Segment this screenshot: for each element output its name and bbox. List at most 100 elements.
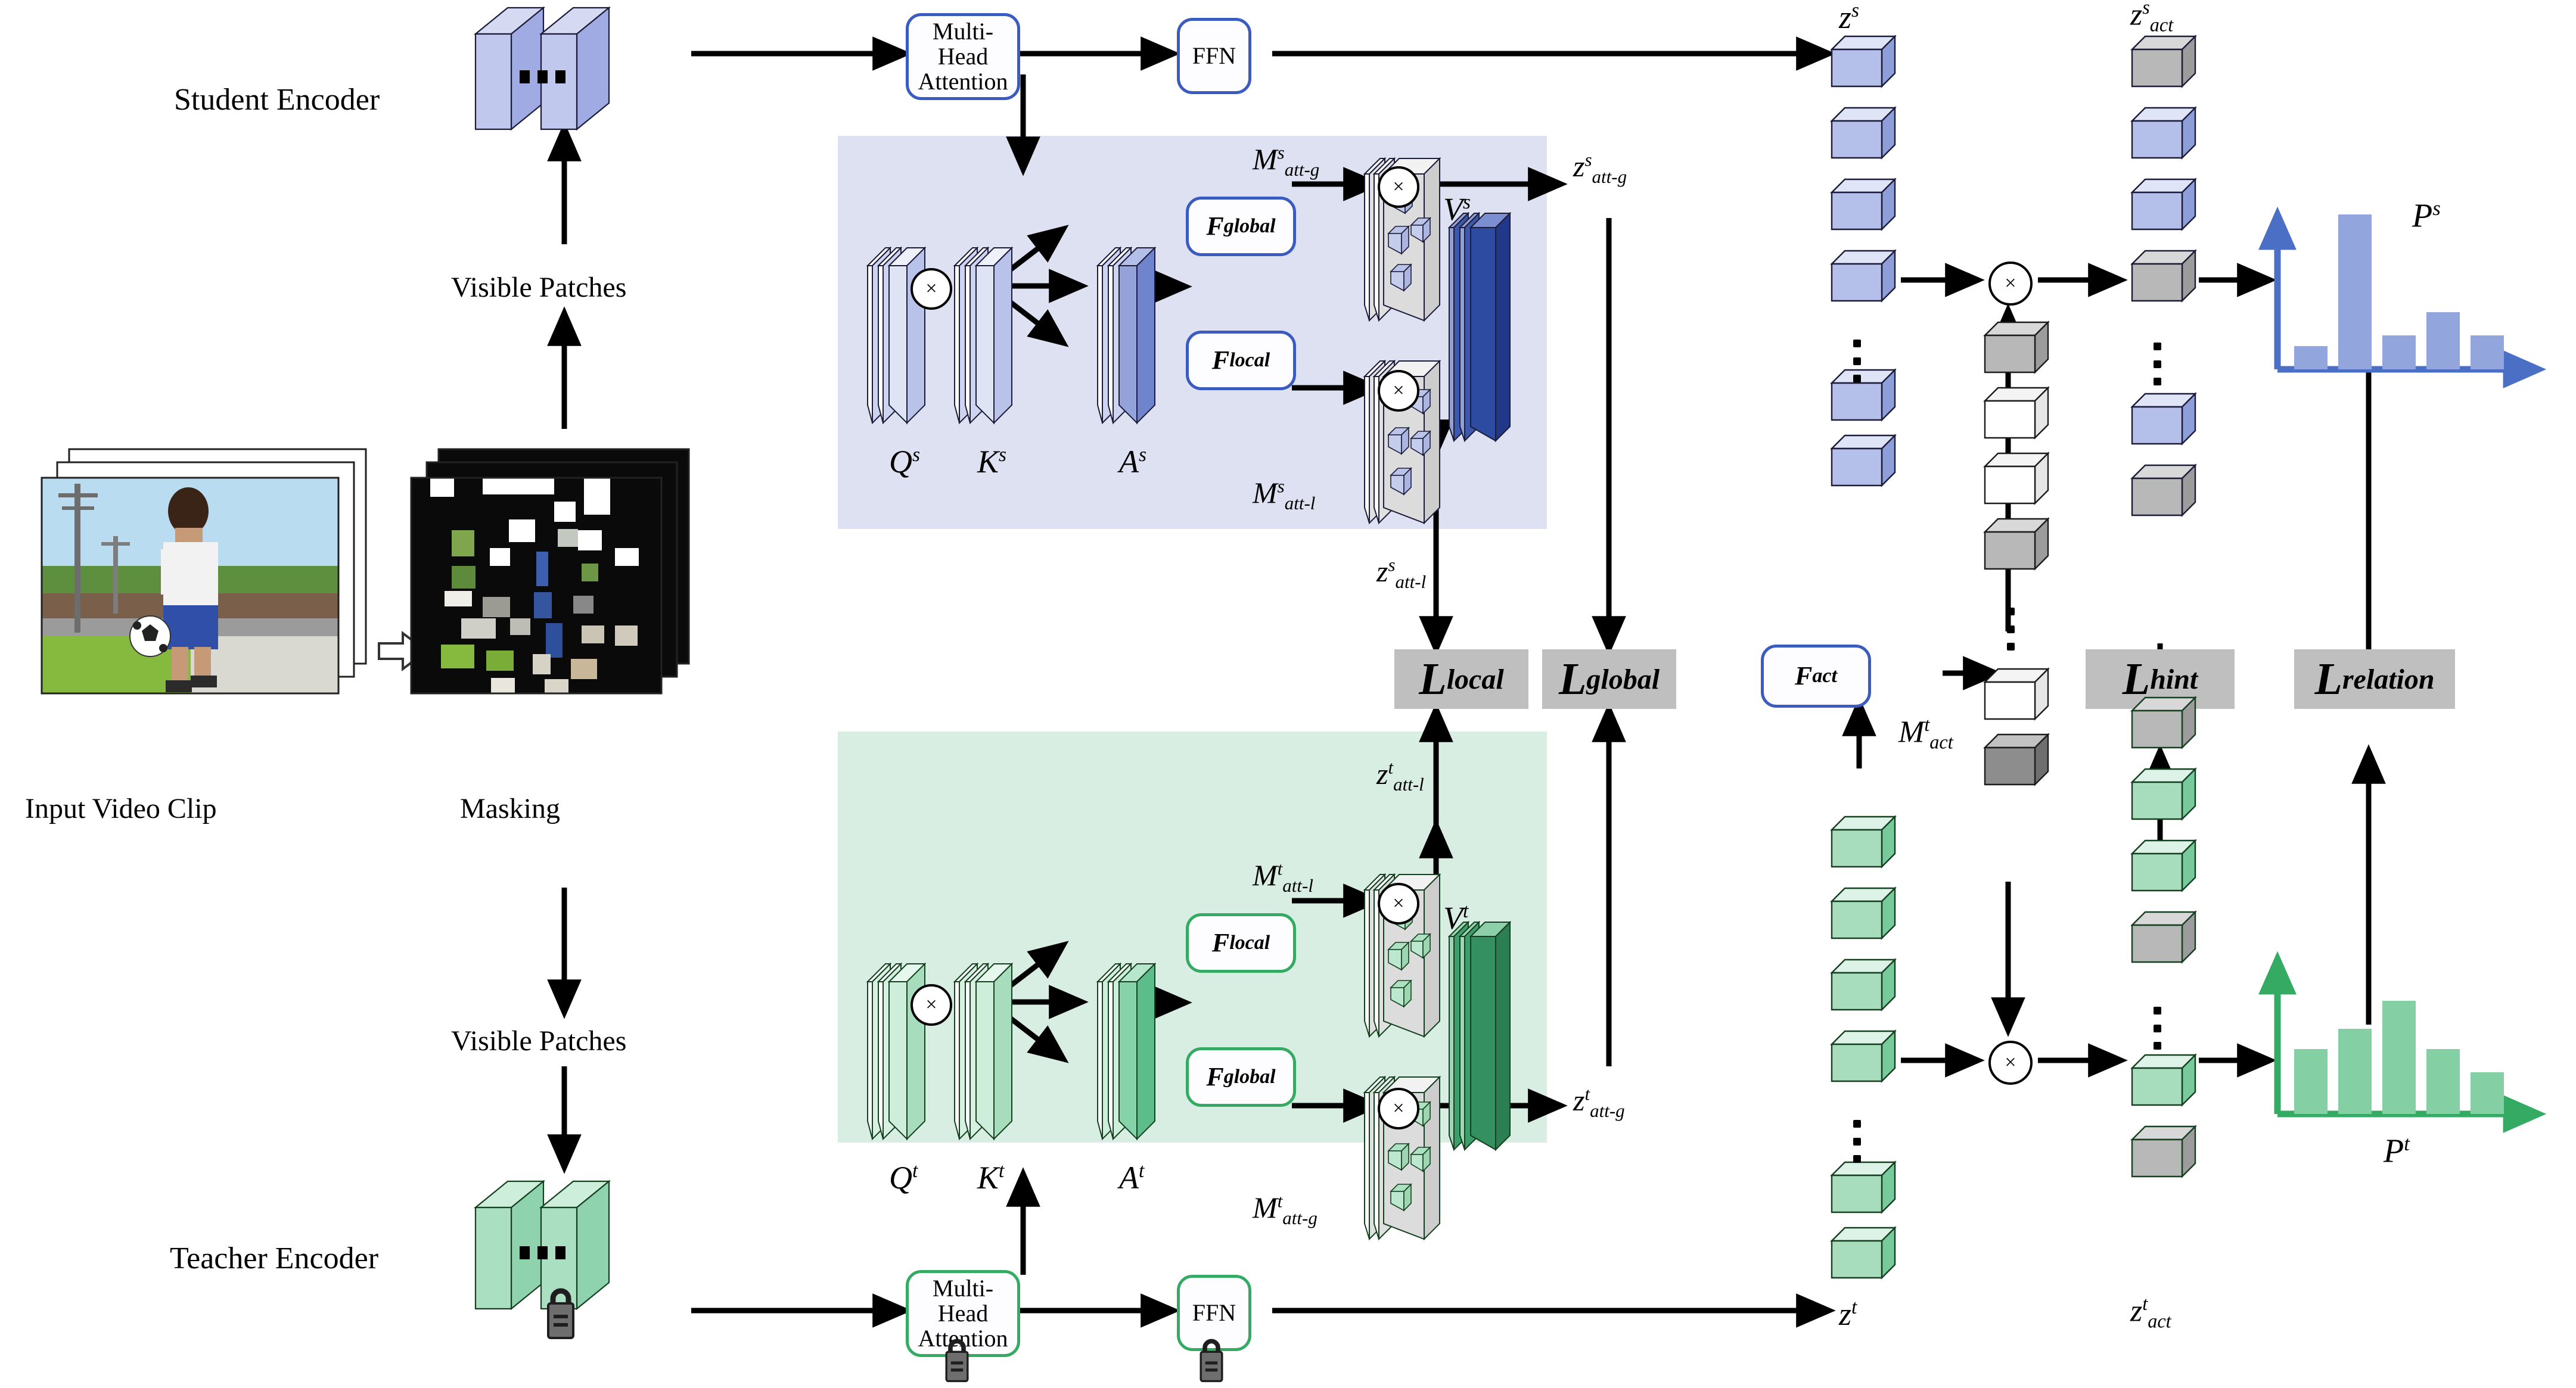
lock-icon bbox=[1200, 1339, 1223, 1383]
q-s-label: Qs bbox=[889, 444, 921, 480]
multiply-symbol: × bbox=[2005, 272, 2016, 294]
z-att-g-s-label: zsatt-g bbox=[1573, 149, 1627, 187]
p-t-label: Pt bbox=[2384, 1132, 2410, 1170]
qk-multiply-teacher: × bbox=[911, 984, 952, 1026]
chart-pt bbox=[2277, 959, 2540, 1114]
z-act-t-token-column bbox=[2128, 694, 2206, 1299]
multiply-symbol: × bbox=[925, 994, 937, 1016]
loss-global-box: Lglobal bbox=[1542, 649, 1676, 709]
z-act-s-ellipsis bbox=[2154, 343, 2161, 385]
mult-teacher-act: × bbox=[1988, 1041, 2033, 1085]
q-s-stack bbox=[866, 246, 927, 425]
f-local-teacher-box[interactable]: Flocal bbox=[1186, 913, 1296, 973]
v-s-label: Vs bbox=[1443, 191, 1471, 227]
v-t-stack bbox=[1447, 920, 1512, 1152]
z-t-token-column bbox=[1828, 813, 1906, 1287]
bar bbox=[2338, 214, 2372, 369]
f-local-student-sub: local bbox=[1229, 349, 1270, 372]
student-encoder-ellipsis bbox=[520, 70, 565, 83]
f-act-sub: act bbox=[1812, 665, 1837, 687]
a-s-stack bbox=[1096, 246, 1157, 425]
lock-icon bbox=[945, 1339, 969, 1383]
m-att-g-s-label: Msatt-g bbox=[1253, 142, 1320, 180]
multiply-symbol: × bbox=[1393, 892, 1404, 914]
z-s-label: zs bbox=[1839, 0, 1860, 35]
z-t-ellipsis bbox=[1853, 1120, 1861, 1163]
multiply-symbol: × bbox=[1393, 176, 1404, 198]
m-act-t-label: Mtact bbox=[1898, 714, 1953, 753]
loss-global-L: L bbox=[1558, 653, 1587, 704]
f-global-teacher-sub: global bbox=[1223, 1066, 1276, 1088]
q-t-stack bbox=[866, 962, 927, 1141]
masking-label: Masking bbox=[460, 793, 560, 824]
diagram-canvas: Multi-Head Attention FFN Multi-Head Atte… bbox=[0, 0, 2576, 1388]
v-s-stack bbox=[1447, 211, 1512, 443]
k-s-stack bbox=[953, 246, 1014, 425]
loss-local-box: Llocal bbox=[1394, 649, 1528, 709]
f-global-student-box[interactable]: Fglobal bbox=[1186, 197, 1296, 256]
visible-patches-top-label: Visible Patches bbox=[451, 272, 627, 303]
mha-student-box[interactable]: Multi-Head Attention bbox=[906, 13, 1020, 100]
input-video-clip bbox=[41, 448, 367, 695]
mha-student-line2: Attention bbox=[918, 68, 1008, 95]
input-video-clip-label: Input Video Clip bbox=[25, 793, 217, 824]
multiply-symbol: × bbox=[1393, 1097, 1404, 1119]
f-act-label: F bbox=[1795, 661, 1813, 690]
p-s-label: Ps bbox=[2412, 197, 2441, 235]
bar bbox=[2294, 1049, 2328, 1114]
bar bbox=[2294, 346, 2328, 369]
k-t-stack bbox=[953, 962, 1014, 1141]
bar bbox=[2426, 312, 2460, 369]
f-local-teacher-label: F bbox=[1211, 928, 1230, 957]
f-local-teacher-sub: local bbox=[1229, 932, 1270, 954]
f-local-student-box[interactable]: Flocal bbox=[1186, 331, 1296, 390]
bar bbox=[2382, 335, 2416, 369]
mult-teacher-local: × bbox=[1378, 883, 1419, 925]
m-act-token-column bbox=[1981, 319, 2059, 923]
z-act-t-ellipsis bbox=[2154, 1007, 2161, 1050]
mult-student-local: × bbox=[1378, 370, 1419, 412]
teacher-encoder-label: Teacher Encoder bbox=[170, 1241, 379, 1275]
z-att-l-s-label: zsatt-l bbox=[1376, 554, 1427, 592]
mha-student-line1: Multi-Head bbox=[932, 18, 994, 70]
multiply-symbol: × bbox=[925, 278, 937, 300]
f-global-student-label: F bbox=[1206, 211, 1224, 241]
a-t-stack bbox=[1096, 962, 1157, 1141]
k-t-label: Kt bbox=[977, 1160, 1005, 1196]
ffn-student-box[interactable]: FFN bbox=[1177, 18, 1251, 94]
k-s-label: Ks bbox=[977, 444, 1007, 480]
ffn-student-label: FFN bbox=[1192, 42, 1236, 69]
lock-icon bbox=[547, 1288, 574, 1339]
f-global-teacher-label: F bbox=[1206, 1062, 1224, 1091]
z-act-t-label: ztact bbox=[2130, 1293, 2171, 1332]
multiply-symbol: × bbox=[2005, 1051, 2016, 1073]
mult-student-global: × bbox=[1378, 166, 1419, 208]
a-t-label: At bbox=[1119, 1160, 1145, 1196]
chart-ps bbox=[2277, 214, 2540, 369]
q-t-label: Qt bbox=[889, 1160, 918, 1196]
loss-local-L: L bbox=[1419, 653, 1447, 704]
z-s-ellipsis bbox=[1853, 340, 1861, 382]
a-s-label: As bbox=[1119, 444, 1147, 480]
z-act-s-token-column bbox=[2128, 33, 2206, 667]
loss-hint-sub: hint bbox=[2150, 663, 2198, 695]
loss-local-sub: local bbox=[1446, 663, 1504, 695]
mha-teacher-line1: Multi-Head bbox=[932, 1275, 994, 1327]
bar bbox=[2471, 1072, 2504, 1114]
teacher-encoder-ellipsis bbox=[520, 1246, 565, 1259]
bar bbox=[2338, 1029, 2372, 1114]
student-encoder-slabs bbox=[473, 6, 611, 131]
bar bbox=[2382, 1001, 2416, 1114]
loss-global-sub: global bbox=[1586, 663, 1660, 695]
masking-frames bbox=[410, 448, 690, 695]
multiply-symbol: × bbox=[1393, 379, 1404, 402]
f-act-box[interactable]: Fact bbox=[1761, 645, 1871, 708]
m-att-g-t-label: Mtatt-g bbox=[1253, 1190, 1317, 1228]
mult-student-act: × bbox=[1988, 262, 2033, 306]
v-t-label: Vt bbox=[1443, 900, 1469, 936]
visible-patches-bottom-label: Visible Patches bbox=[451, 1025, 627, 1057]
f-global-teacher-box[interactable]: Fglobal bbox=[1186, 1047, 1296, 1107]
loss-relation-box: Lrelation bbox=[2294, 649, 2455, 709]
z-att-g-t-label: ztatt-g bbox=[1573, 1083, 1625, 1121]
m-act-ellipsis bbox=[2007, 608, 2015, 651]
